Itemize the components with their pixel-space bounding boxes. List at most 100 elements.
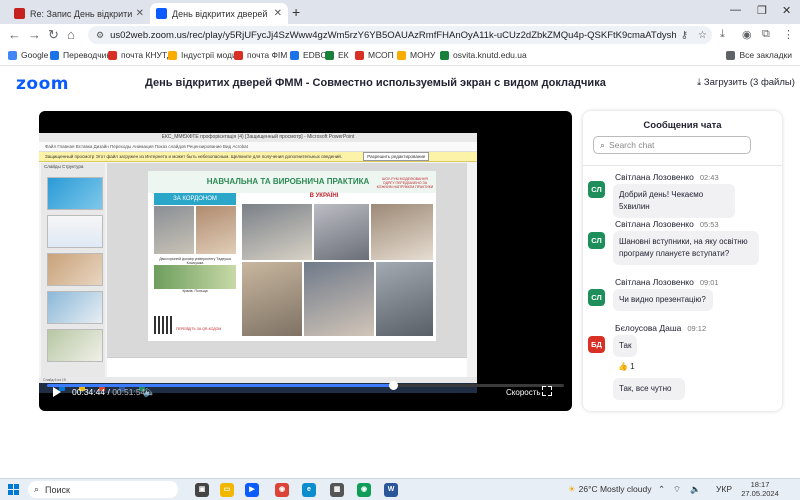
downloads-icon[interactable]: ⤓ <box>720 28 725 41</box>
tab-zoom-recording[interactable]: День відкритих дверей ФММ ✕ <box>150 3 288 24</box>
tab-gmail[interactable]: Re: Запис День відкритих двер ✕ <box>8 3 150 24</box>
photo-abroad-2 <box>196 206 236 254</box>
speaker-icon[interactable]: 🔈 <box>690 484 701 495</box>
video-player[interactable]: ЕКС_ММЄКФТЕ профорієнтація (4) [Защищенн… <box>39 111 572 411</box>
ppt-slide-canvas: НАВЧАЛЬНА ТА ВИРОБНИЧА ПРАКТИКА ШОУ-РУМ … <box>107 163 467 377</box>
gmail-icon <box>234 50 243 60</box>
browser-tab-strip: Re: Запис День відкритих двер ✕ День від… <box>0 0 800 24</box>
ek-icon <box>325 50 334 60</box>
bookmark-translator[interactable]: Переводчик <box>50 50 110 60</box>
bookmark-edbo[interactable]: EDBO <box>290 50 327 60</box>
chat-search-input[interactable] <box>609 140 740 150</box>
slide-ukraine-banner: В УКРАЇНІ <box>309 193 339 199</box>
key-icon[interactable]: ⚷ <box>681 30 688 41</box>
task-view-icon[interactable]: ▣ <box>195 483 209 497</box>
bookmark-monu[interactable]: МОНУ <box>397 50 435 60</box>
photo-ukraine-5 <box>304 262 374 336</box>
osvita-icon <box>440 50 449 60</box>
message-text: Чи видно презентацію? <box>613 289 713 311</box>
close-tab-icon[interactable]: ✕ <box>274 8 282 19</box>
qr-code <box>154 316 172 334</box>
current-time: 00:34:44 <box>72 387 106 397</box>
folder-icon <box>726 50 736 60</box>
thumbs-up-reaction[interactable]: 👍 1 <box>618 362 635 371</box>
reload-icon[interactable]: ↻ <box>48 27 59 43</box>
bookmark-osvita[interactable]: osvita.knutd.edu.ua <box>440 50 527 60</box>
ppt-slide-panel: Слайды Структура <box>41 163 105 377</box>
home-icon[interactable]: ⌂ <box>67 27 75 42</box>
playback-scrubber-handle[interactable] <box>388 381 398 390</box>
zoom-header: zoom День відкритих дверей ФММ - Совмест… <box>0 66 800 102</box>
bookmarks-bar: Google Переводчик почта КНУТД Індустрії … <box>0 46 800 66</box>
divider <box>583 165 782 166</box>
close-tab-icon[interactable]: ✕ <box>136 8 144 19</box>
gmail-icon <box>108 50 117 60</box>
bookmark-ek[interactable]: ЕК <box>325 50 349 60</box>
network-icon[interactable]: ⌔ <box>673 484 681 495</box>
search-icon: ⌕ <box>34 484 40 494</box>
bookmark-mail-knutd[interactable]: почта КНУТД <box>108 50 173 60</box>
address-bar[interactable]: ⚙ us02web.zoom.us/rec/play/y5RjUFycJj4Sz… <box>88 26 712 44</box>
minimize-icon[interactable]: — <box>730 4 741 16</box>
back-icon[interactable]: ← <box>8 27 21 42</box>
message-text: Так, все чутно <box>613 378 685 400</box>
google-icon <box>8 50 17 60</box>
chat-search[interactable]: ⌕ <box>593 136 751 154</box>
avatar: БД <box>588 336 605 353</box>
photo-ukraine-2 <box>314 204 369 260</box>
word-icon[interactable]: W <box>384 483 398 497</box>
clock-date: 27.05.2024 <box>741 489 779 498</box>
new-tab-button[interactable]: + <box>292 4 300 20</box>
volume-icon[interactable]: 🔈 <box>143 387 155 398</box>
system-clock[interactable]: 18:17 27.05.2024 <box>740 480 780 498</box>
zoom-app-icon[interactable]: ▶ <box>245 483 259 497</box>
translate-icon <box>50 50 59 60</box>
download-button[interactable]: ⤓ Загрузить (3 файлы) <box>697 77 795 88</box>
windows-taskbar: ⌕ Поиск ▣ ▭ ▶ ◉ e ▦ ◉ W ☀ 26°C Mostly clo… <box>0 478 800 500</box>
forward-icon[interactable]: → <box>28 27 41 42</box>
weather-widget[interactable]: ☀ 26°C Mostly cloudy <box>568 484 651 495</box>
taskbar-search[interactable]: ⌕ Поиск <box>28 481 178 498</box>
edbo-icon <box>290 50 299 60</box>
edge-icon[interactable]: e <box>302 483 316 497</box>
chat-panel: Сообщения чата ⌕ СЛ Світлана Лозовенко 02… <box>583 111 782 411</box>
menu-icon[interactable]: ⋮ <box>783 28 794 41</box>
slide-red-note: ШОУ-РУМ МОДЕЛЮВАННЯ ОДЯГУ ПЕРЕДБАЧЕНО ЗА… <box>376 177 434 189</box>
bookmark-google[interactable]: Google <box>8 50 48 60</box>
search-icon: ⌕ <box>600 139 606 150</box>
recording-title: День відкритих дверей ФММ - Совместно ис… <box>145 77 606 89</box>
profile-icon[interactable]: ◉ <box>742 28 752 41</box>
chrome-icon[interactable]: ◉ <box>357 483 371 497</box>
slide-thumbnail <box>47 177 103 210</box>
playback-speed-button[interactable]: Скорость <box>506 388 541 397</box>
presentation-slide: НАВЧАЛЬНА ТА ВИРОБНИЧА ПРАКТИКА ШОУ-РУМ … <box>148 171 436 341</box>
sender-name: Світлана Лозовенко <box>615 219 694 229</box>
store-icon[interactable]: ▦ <box>330 483 344 497</box>
tray-overflow-icon[interactable]: ⌃ <box>658 484 665 495</box>
fullscreen-icon[interactable] <box>542 386 552 396</box>
language-indicator[interactable]: УКР <box>716 484 732 494</box>
windows-start-icon[interactable] <box>8 484 20 496</box>
bookmark-msop[interactable]: МСОП <box>355 50 394 60</box>
chrome-icon[interactable]: ◉ <box>275 483 289 497</box>
photo-abroad-3 <box>154 265 236 289</box>
avatar: СЛ <box>588 289 605 306</box>
photo-ukraine-3 <box>371 204 433 260</box>
photo-abroad-1 <box>154 206 194 254</box>
bookmark-star-icon[interactable]: ☆ <box>698 30 707 41</box>
close-window-icon[interactable]: ✕ <box>782 4 791 17</box>
file-explorer-icon[interactable]: ▭ <box>220 483 234 497</box>
zoom-logo[interactable]: zoom <box>16 74 69 94</box>
bookmark-fashion[interactable]: Індустрії моди <box>168 50 237 60</box>
ppt-enable-editing: Разрешить редактирование <box>363 152 430 161</box>
site-info-icon[interactable]: ⚙ <box>96 30 104 41</box>
maximize-icon[interactable]: ❐ <box>757 4 767 17</box>
extensions-icon[interactable]: ⧉ <box>762 28 770 41</box>
shared-screen: ЕКС_ММЄКФТЕ профорієнтація (4) [Защищенн… <box>39 133 477 393</box>
sun-icon: ☀ <box>568 484 576 494</box>
all-bookmarks-button[interactable]: Все закладки <box>726 50 792 60</box>
slide-thumbnail <box>47 329 103 362</box>
slide-thumbnail <box>47 291 103 324</box>
bookmark-mail-fim[interactable]: почта ФІМ <box>234 50 287 60</box>
play-icon[interactable] <box>53 387 61 397</box>
